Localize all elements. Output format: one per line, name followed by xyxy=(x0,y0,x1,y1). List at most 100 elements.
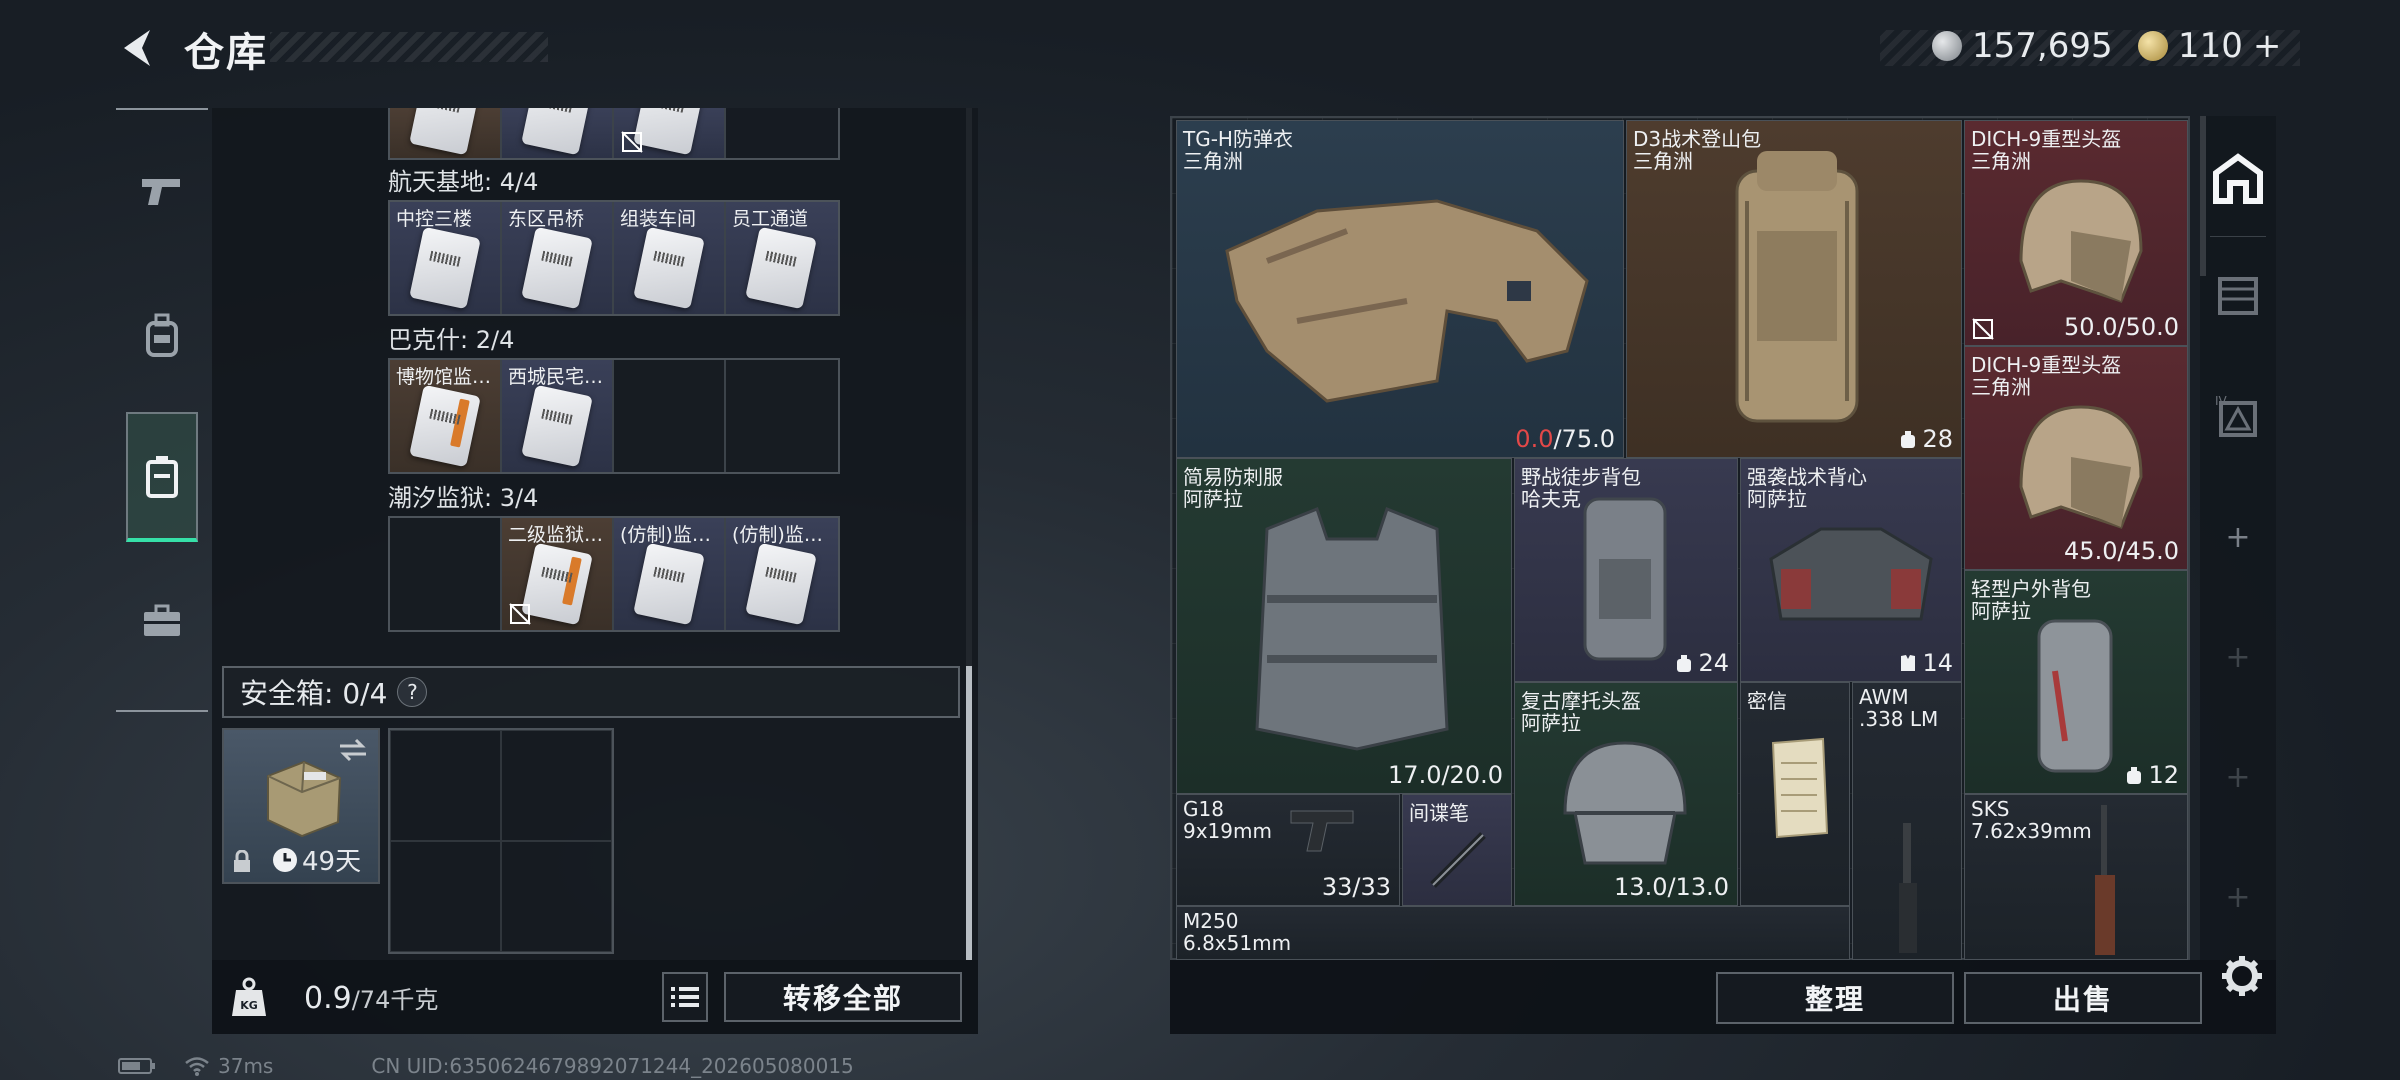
key-slot[interactable]: 员工通道 xyxy=(726,202,838,314)
ping-value: 37ms xyxy=(218,1054,274,1078)
sort-button[interactable]: 整理 xyxy=(1716,972,1954,1024)
item-capacity: 28 xyxy=(1898,425,1953,453)
item-g18[interactable]: G18 9x19mm 33/33 xyxy=(1176,794,1400,906)
item-moto-helmet[interactable]: 复古摩托头盔 阿萨拉 13.0/13.0 xyxy=(1514,682,1738,906)
key-slot[interactable] xyxy=(390,108,502,158)
scrollbar-thumb[interactable] xyxy=(966,666,972,960)
item-d3-backpack[interactable]: D3战术登山包 三角洲 28 xyxy=(1626,120,1962,458)
backpack-icon xyxy=(1583,497,1667,661)
item-capacity: 12 xyxy=(2124,761,2179,789)
helmet-icon xyxy=(2019,405,2143,529)
gold-currency[interactable]: 110 + xyxy=(2138,26,2281,66)
item-secret-letter[interactable]: 密信 xyxy=(1740,682,1850,906)
list-view-button[interactable] xyxy=(662,972,708,1022)
capacity-value: 24 xyxy=(1698,649,1729,677)
silver-currency[interactable]: 157,695 xyxy=(1932,26,2113,66)
item-tgh-armor[interactable]: TG-H防弹衣 三角洲 0.0/75.0 xyxy=(1176,120,1624,458)
keycard-icon xyxy=(745,542,817,626)
page-title: 仓库 xyxy=(184,30,268,76)
stash-tab-2[interactable] xyxy=(2200,260,2276,330)
stash-tab-3[interactable]: IV xyxy=(2200,380,2276,450)
key-slot[interactable]: 博物馆监… xyxy=(390,360,502,472)
item-dich9-helmet-2[interactable]: DICH-9重型头盔 三角洲 45.0/45.0 xyxy=(1964,346,2188,570)
key-slot[interactable]: 东区吊桥 xyxy=(502,202,614,314)
item-stab-vest[interactable]: 简易防刺服 阿萨拉 17.0/20.0 xyxy=(1176,458,1512,794)
add-stash-tab-button[interactable]: + xyxy=(2200,520,2276,560)
item-name: 密信 xyxy=(1747,689,1787,713)
key-slot[interactable] xyxy=(502,108,614,158)
key-group-label: 航天基地: 4/4 xyxy=(388,168,539,196)
item-sks[interactable]: SKS 7.62x39mm xyxy=(1964,794,2188,960)
safe-box-grid[interactable] xyxy=(388,728,614,954)
key-slot[interactable] xyxy=(390,518,502,630)
rail-keys[interactable] xyxy=(126,412,198,542)
key-slot[interactable]: 西城民宅… xyxy=(502,360,614,472)
key-slot[interactable]: (仿制)监… xyxy=(726,518,838,630)
rifle-icon xyxy=(1899,823,1917,953)
keycard-icon xyxy=(633,542,705,626)
transfer-all-button[interactable]: 转移全部 xyxy=(724,972,962,1022)
item-ammo-count: 33/33 xyxy=(1321,873,1391,901)
key-name: 中控三楼 xyxy=(396,208,473,230)
stash-tab-home[interactable] xyxy=(2200,144,2276,214)
key-slot[interactable]: 组装车间 xyxy=(614,202,726,314)
helmet-icon xyxy=(2019,179,2143,303)
durability-current: 0.0 xyxy=(1515,425,1554,453)
item-m250[interactable]: M250 6.8x51mm xyxy=(1176,906,1850,960)
key-slot[interactable]: 中控三楼 xyxy=(390,202,502,314)
gold-add-button[interactable]: + xyxy=(2253,26,2282,66)
swap-icon xyxy=(340,738,366,762)
folder-icon xyxy=(2218,277,2258,315)
stash-tab-rail: IV + + + + xyxy=(2200,116,2276,960)
key-name: 西城民宅… xyxy=(508,366,604,388)
rail-toolbox[interactable] xyxy=(126,556,198,686)
item-origin: 阿萨拉 xyxy=(1521,711,1581,735)
back-button[interactable] xyxy=(112,22,160,74)
key-group-grid: 博物馆监… 西城民宅… xyxy=(388,358,840,474)
gold-coin-icon xyxy=(2138,31,2168,61)
item-capacity: 24 xyxy=(1674,649,1729,677)
keycard-icon xyxy=(409,384,481,468)
item-assault-vest[interactable]: 强袭战术背心 阿萨拉 14 xyxy=(1740,458,1962,682)
backpack-capacity-icon xyxy=(2127,767,2142,784)
weight-icon: KG xyxy=(228,976,270,1018)
safe-box-case[interactable]: 49天 xyxy=(222,728,380,884)
key-slot[interactable]: (仿制)监… xyxy=(614,518,726,630)
item-light-backpack[interactable]: 轻型户外背包 阿萨拉 12 xyxy=(1964,570,2188,794)
rifle-icon xyxy=(2095,805,2115,955)
backpack-capacity-icon xyxy=(1677,655,1692,672)
capacity-value: 28 xyxy=(1922,425,1953,453)
key-slot[interactable] xyxy=(726,108,838,158)
help-button[interactable]: ? xyxy=(397,677,428,707)
rail-weapons[interactable] xyxy=(126,126,198,256)
item-durability: 13.0/13.0 xyxy=(1614,873,1729,901)
item-field-backpack[interactable]: 野战徒步背包 哈夫克 24 xyxy=(1514,458,1738,682)
capacity-value: 14 xyxy=(1922,649,1953,677)
item-origin: 9x19mm xyxy=(1183,819,1272,843)
key-name: 二级监狱… xyxy=(508,524,604,546)
weight-max: /74千克 xyxy=(351,986,439,1014)
keycard-icon xyxy=(146,456,178,498)
add-stash-tab-slot: + xyxy=(2225,640,2251,675)
safe-box-header: 安全箱: 0/4 ? xyxy=(222,666,960,718)
key-slot[interactable] xyxy=(726,360,838,472)
partial-key-row xyxy=(388,108,840,160)
keycard-icon xyxy=(745,226,817,310)
sell-button[interactable]: 出售 xyxy=(1964,972,2202,1024)
key-group-grid: 中控三楼 东区吊桥 组装车间 员工通道 xyxy=(388,200,840,316)
item-spy-pen[interactable]: 间谍笔 xyxy=(1402,794,1512,906)
key-slot[interactable]: 二级监狱… xyxy=(502,518,614,630)
item-dich9-helmet-1[interactable]: DICH-9重型头盔 三角洲 50.0/50.0 xyxy=(1964,120,2188,346)
add-stash-tab-slot: + xyxy=(2225,760,2251,795)
stash-panel[interactable]: TG-H防弹衣 三角洲 0.0/75.0 D3战术登山包 三角洲 28 DICH-9… xyxy=(1170,116,2190,960)
item-awm[interactable]: AWM .338 LM xyxy=(1852,682,1962,960)
item-name: M250 xyxy=(1183,909,1239,933)
key-slot[interactable] xyxy=(614,108,726,158)
no-carry-icon xyxy=(1972,318,1994,340)
letter-icon xyxy=(1771,737,1829,839)
toolbox-icon xyxy=(144,604,180,636)
key-group-label: 巴克什: 2/4 xyxy=(388,326,515,354)
rail-equipment[interactable] xyxy=(126,270,198,400)
settings-button[interactable] xyxy=(2220,954,2264,998)
key-slot[interactable] xyxy=(614,360,726,472)
